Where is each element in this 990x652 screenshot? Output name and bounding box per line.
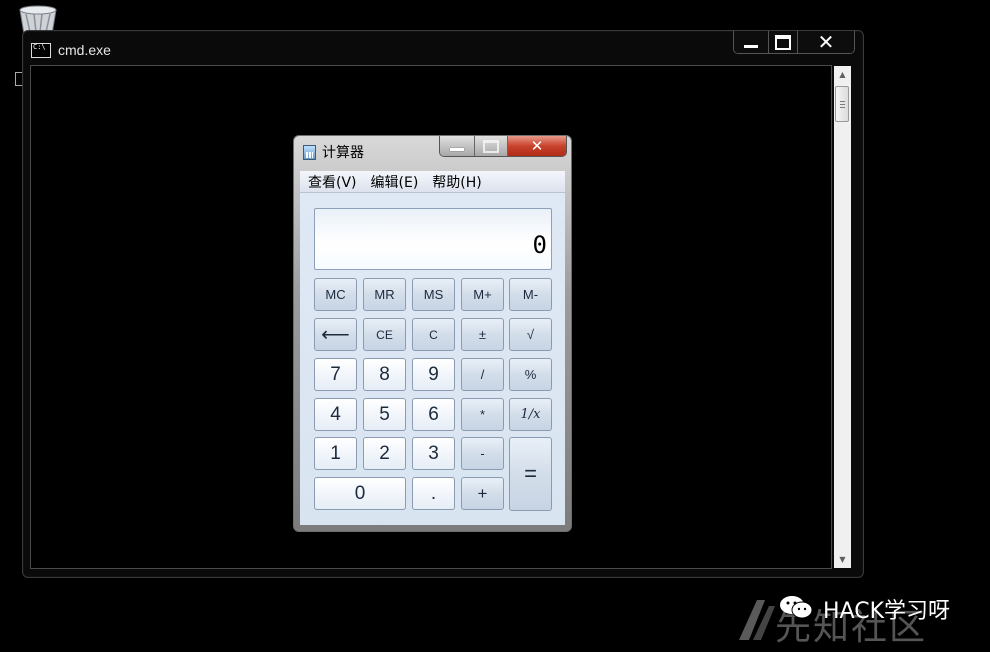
calculator-title: 计算器 [322,145,364,161]
key-backspace[interactable]: ⟵ [314,318,357,351]
key-3[interactable]: 3 [412,437,455,470]
maximize-icon [483,139,499,153]
key-m-minus[interactable]: M- [509,278,552,311]
key-6[interactable]: 6 [412,398,455,431]
key-equals[interactable]: = [509,437,552,511]
cmd-minimize-button[interactable] [734,31,768,53]
key-mr[interactable]: MR [363,278,406,311]
close-icon: ✕ [817,31,835,54]
close-icon: ✕ [530,137,544,155]
scroll-up-arrow-icon[interactable]: ▲ [834,66,851,83]
maximize-icon [775,34,791,50]
scroll-thumb[interactable] [835,86,849,122]
key-1[interactable]: 1 [314,437,357,470]
key-percent[interactable]: % [509,358,552,391]
key-ms[interactable]: MS [412,278,455,311]
key-multiply[interactable]: * [461,398,504,431]
key-ce[interactable]: CE [363,318,406,351]
calc-maximize-button[interactable] [474,136,507,156]
key-c[interactable]: C [412,318,455,351]
wechat-icon [780,596,813,619]
menu-edit[interactable]: 编辑(E) [371,172,419,192]
cmd-window-controls: ✕ [733,31,855,54]
key-mc[interactable]: MC [314,278,357,311]
key-7[interactable]: 7 [314,358,357,391]
key-m-plus[interactable]: M+ [461,278,504,311]
calculator-menubar: 查看(V) 编辑(E) 帮助(H) [300,171,565,193]
cmd-maximize-button[interactable] [768,31,797,53]
calculator-display: 0 [314,208,552,270]
key-0[interactable]: 0 [314,477,406,510]
calculator-body: 0 MC MR MS M+ M- ⟵ CE C ± √ 7 8 9 / % 4 … [300,193,565,525]
display-value: 0 [532,231,547,259]
minimize-icon [450,148,464,151]
calculator-window: 计算器 ✕ 查看(V) 编辑(E) 帮助(H) 0 MC MR MS M+ M-… [293,135,572,532]
key-plus-minus[interactable]: ± [461,318,504,351]
calc-minimize-button[interactable] [440,136,474,156]
calculator-titlebar[interactable]: 计算器 [303,142,364,162]
console-icon [31,42,51,58]
key-plus[interactable]: + [461,477,504,510]
cmd-title: cmd.exe [58,42,111,58]
watermark-text: HACK学习呀 [823,599,950,624]
key-2[interactable]: 2 [363,437,406,470]
key-decimal[interactable]: . [412,477,455,510]
key-9[interactable]: 9 [412,358,455,391]
key-8[interactable]: 8 [363,358,406,391]
key-reciprocal[interactable]: 1/x [509,398,552,431]
key-minus[interactable]: - [461,437,504,470]
key-4[interactable]: 4 [314,398,357,431]
key-divide[interactable]: / [461,358,504,391]
menu-help[interactable]: 帮助(H) [432,172,481,192]
calculator-icon [303,144,316,160]
menu-view[interactable]: 查看(V) [308,172,357,192]
vertical-scrollbar[interactable]: ▲ ▼ [834,66,851,568]
key-sqrt[interactable]: √ [509,318,552,351]
key-5[interactable]: 5 [363,398,406,431]
watermark: 先知社区 HACK学习呀 [735,588,980,648]
minimize-icon [744,44,758,48]
cmd-titlebar[interactable]: cmd.exe [31,39,111,61]
scroll-down-arrow-icon[interactable]: ▼ [834,551,851,568]
cmd-close-button[interactable]: ✕ [797,31,854,53]
calc-close-button[interactable]: ✕ [507,136,566,156]
calculator-window-controls: ✕ [439,136,567,157]
